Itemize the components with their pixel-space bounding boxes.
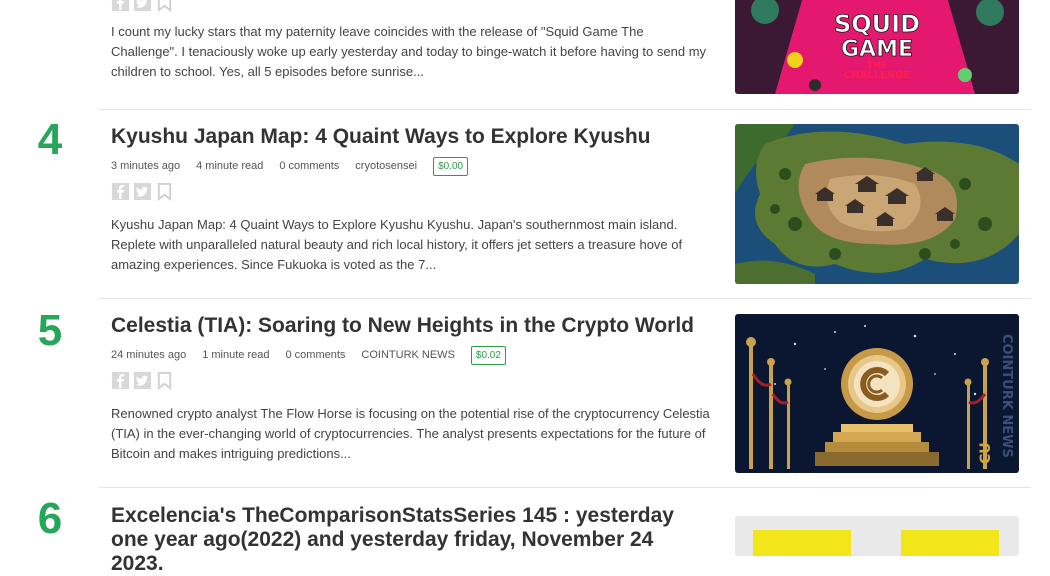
post-meta: 3 minutes ago 4 minute read 0 comments c…	[111, 155, 711, 177]
divider	[99, 109, 1031, 110]
post-rank: 5	[37, 306, 63, 355]
post-5: Celestia (TIA): Soaring to New Heights i…	[111, 314, 711, 464]
post-excerpt: Renowned crypto analyst The Flow Horse i…	[111, 406, 710, 461]
comment-count[interactable]: 0 comments	[279, 160, 339, 172]
divider	[99, 487, 1031, 488]
post-3: I count my lucky stars that my paternity…	[111, 12, 711, 82]
comment-count[interactable]: 0 comments	[285, 349, 345, 361]
post-title[interactable]: Celestia (TIA): Soaring to New Heights i…	[111, 314, 711, 338]
post-thumbnail[interactable]: COINTURK NEWS CU	[735, 314, 1019, 473]
post-6: Excelencia's TheComparisonStatsSeries 14…	[111, 504, 711, 576]
post-meta: 24 minutes ago 1 minute read 0 comments …	[111, 344, 711, 366]
post-time: 3 minutes ago	[111, 160, 181, 172]
image-text-challenge: CHALLENGE	[844, 70, 911, 81]
image-watermark: COINTURK NEWS	[999, 334, 1014, 458]
read-time: 1 minute read	[202, 349, 270, 361]
post-title[interactable]: Kyushu Japan Map: 4 Quaint Ways to Explo…	[111, 125, 711, 149]
bookmark-icon[interactable]	[155, 0, 174, 12]
twitter-icon[interactable]	[133, 371, 152, 390]
share-icons	[111, 182, 711, 202]
bookmark-icon[interactable]	[155, 182, 174, 201]
payout-badge[interactable]: $0.00	[433, 156, 469, 176]
twitter-icon[interactable]	[133, 182, 152, 201]
read-time: 4 minute read	[196, 160, 264, 172]
post-rank: 6	[37, 494, 63, 543]
celestia-coin-image: COINTURK NEWS CU	[735, 314, 1019, 473]
kyushu-map-image	[735, 124, 1019, 284]
bookmark-icon[interactable]	[155, 371, 174, 390]
share-icons	[111, 371, 711, 391]
divider	[99, 298, 1031, 299]
image-text-squid: SQUID	[834, 10, 920, 38]
author-link[interactable]: COINTURK NEWS	[361, 349, 455, 361]
post-time: 24 minutes ago	[111, 349, 187, 361]
post-excerpt: I count my lucky stars that my paternity…	[111, 24, 707, 79]
post-4: Kyushu Japan Map: 4 Quaint Ways to Explo…	[111, 125, 711, 275]
squid-game-image: SQUID GAME THE CHALLENGE	[735, 0, 1019, 94]
post-title[interactable]: Excelencia's TheComparisonStatsSeries 14…	[111, 504, 711, 576]
post-excerpt: Kyushu Japan Map: 4 Quaint Ways to Explo…	[111, 217, 683, 272]
payout-badge[interactable]: $0.02	[470, 345, 506, 365]
facebook-icon[interactable]	[111, 0, 130, 12]
post-thumbnail[interactable]	[735, 124, 1019, 284]
stats-image	[735, 516, 1019, 556]
facebook-icon[interactable]	[111, 371, 130, 390]
image-logo-text: CU	[978, 442, 994, 464]
twitter-icon[interactable]	[133, 0, 152, 12]
post-thumbnail[interactable]: SQUID GAME THE CHALLENGE	[735, 0, 1019, 94]
facebook-icon[interactable]	[111, 182, 130, 201]
author-link[interactable]: cryotosensei	[355, 160, 417, 172]
image-text-game: GAME	[841, 37, 913, 62]
post-thumbnail[interactable]	[735, 516, 1019, 556]
post-rank: 4	[37, 115, 63, 164]
